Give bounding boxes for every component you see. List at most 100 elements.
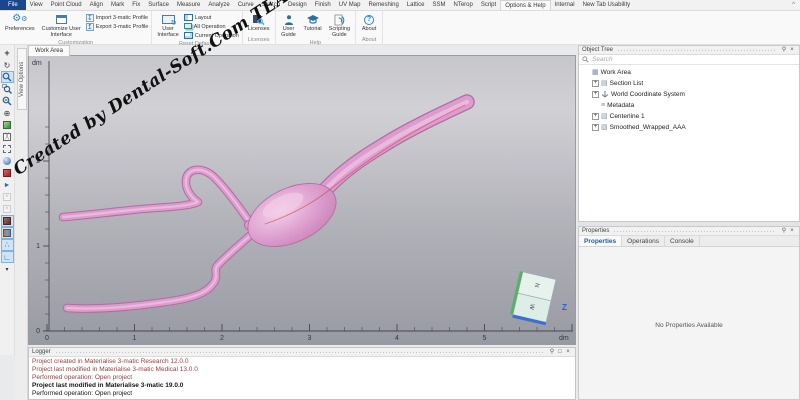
close-icon[interactable]: ×	[788, 227, 796, 235]
ribbon-group-label: About	[361, 37, 377, 43]
properties-tab-operations[interactable]: Operations	[622, 236, 665, 246]
ribbon-tab-file[interactable]: File	[0, 0, 26, 10]
ribbon-group-reset-defaults: ↻ User Interface Layout All Operation Current…	[152, 11, 243, 47]
pin-icon[interactable]: ⚲	[780, 46, 788, 54]
wireframe-view-icon[interactable]: ╳	[1, 131, 14, 143]
tree-expander-icon[interactable]: +	[592, 91, 599, 98]
tree-item-smoothed-wrapped-aaa[interactable]: + ▧ Smoothed_Wrapped_AAA	[581, 122, 797, 133]
fit-view-icon[interactable]: ⊕	[1, 107, 14, 119]
orientation-cube[interactable]: N W	[29, 56, 576, 345]
maximize-icon[interactable]: □	[556, 348, 564, 356]
ribbon-button-user-guide[interactable]: User Guide	[279, 12, 299, 39]
window-edit-icon	[55, 13, 67, 26]
ribbon-button-tutorial[interactable]: Tutorial	[302, 12, 324, 39]
ribbon-tab-finish[interactable]: Finish	[311, 0, 335, 10]
ribbon-tab-lattice[interactable]: Lattice	[403, 0, 429, 10]
ribbon-button-label: Layout	[194, 15, 212, 21]
textured-view-icon[interactable]	[0, 227, 14, 239]
backface-view-icon[interactable]	[1, 167, 14, 179]
disabled-tool-icon[interactable]: ×	[1, 191, 14, 203]
transparent-view-icon[interactable]	[1, 143, 14, 155]
key-icon	[252, 13, 265, 26]
ribbon-button-export-3-matic-profile[interactable]: ↥ Export 3-matic Profile	[85, 23, 148, 31]
ribbon-tab-mark[interactable]: Mark	[107, 0, 128, 10]
ribbon-tab-align[interactable]: Align	[86, 0, 107, 10]
ribbon-button-about[interactable]: ? About	[359, 12, 379, 36]
ribbon-button-label: Guide	[332, 32, 347, 38]
ribbon-tab-uv-map[interactable]: UV Map	[335, 0, 365, 10]
ribbon-tab-bar: File View Point Cloud Align Mark Fix Surface Me…	[0, 0, 800, 11]
ribbon-tab-nterop[interactable]: NTerop	[450, 0, 477, 10]
ribbon-tab-script[interactable]: Script	[477, 0, 500, 10]
ribbon-button-preferences[interactable]: ⚙⚙ Preferences	[3, 12, 37, 39]
ribbon-tab-internal[interactable]: Internal	[551, 0, 579, 10]
3d-viewport[interactable]: 0 1 2 3 4 5 dm 2 1 0 dm N W Z	[28, 55, 576, 345]
smooth-shade-icon[interactable]	[1, 155, 14, 167]
ribbon-button-label: Current Operation	[194, 33, 239, 39]
ribbon-tab-ssm[interactable]: SSM	[428, 0, 449, 10]
ribbon-button-customize-user-interface[interactable]: Customize User Interface	[40, 12, 83, 39]
ribbon-tab-design[interactable]: Design	[284, 0, 311, 10]
object-tree-panel: Object Tree ⚲ × Search ▦ Work Area + ▤ Secti…	[578, 45, 800, 222]
close-icon[interactable]: ×	[788, 46, 796, 54]
corner-axis-icon[interactable]: ∟	[0, 251, 14, 263]
ribbon-button-scripting-guide[interactable]: Scripting Guide	[327, 12, 352, 39]
ribbon-tab-options-help[interactable]: Options & Help	[500, 0, 551, 10]
object-tree-search[interactable]: Search	[579, 55, 799, 65]
ribbon-button-layout[interactable]: Layout	[183, 13, 239, 22]
ribbon-tab-measure[interactable]: Measure	[173, 0, 204, 10]
pan-icon[interactable]: +	[1, 47, 14, 59]
disabled-tool-2-icon[interactable]: ×	[1, 203, 14, 215]
ribbon-group-label: Help	[309, 40, 321, 46]
ribbon-button-all-operation[interactable]: All Operation	[183, 23, 239, 31]
left-dock-strip: View Options	[15, 45, 28, 400]
tree-expander-icon[interactable]: +	[592, 113, 599, 120]
z-axis-label: Z	[562, 303, 567, 312]
more-tools-arrow[interactable]: ▾	[1, 263, 14, 275]
mesh-icon: ▧	[601, 112, 608, 120]
workarea-icon: ▦	[592, 68, 599, 76]
ribbon-tab-curve[interactable]: Curve	[234, 0, 258, 10]
point-view-icon[interactable]: ∴	[0, 239, 14, 251]
tree-item-metadata[interactable]: ≡ Metadata	[581, 100, 797, 111]
pin-icon[interactable]: ⚲	[780, 227, 788, 235]
ribbon-tab-view[interactable]: View	[26, 0, 47, 10]
zoom-icon[interactable]	[0, 71, 14, 83]
tree-item-work-area[interactable]: ▦ Work Area	[581, 67, 797, 78]
user-guide-icon	[283, 13, 295, 26]
ribbon-tab-remeshing[interactable]: Remeshing	[364, 0, 402, 10]
tree-item-label: Metadata	[607, 102, 635, 109]
properties-tab-console[interactable]: Console	[665, 236, 700, 246]
ribbon-tab-fix[interactable]: Fix	[128, 0, 144, 10]
tree-item-label: Centerline 1	[609, 113, 645, 120]
shaded-view-icon[interactable]	[1, 119, 14, 131]
ribbon-collapse-caret[interactable]: ^	[787, 0, 800, 10]
tree-expander-icon[interactable]: +	[592, 80, 599, 87]
ribbon-tab-sketch[interactable]: Sketch	[258, 0, 284, 10]
ribbon: ⚙⚙ Preferences Customize User Interface ↧ Imp…	[0, 11, 800, 47]
zoom-window-icon[interactable]	[1, 83, 14, 95]
tree-item-centerline-1[interactable]: + ▧ Centerline 1	[581, 111, 797, 122]
view-options-collapsed-tab[interactable]: View Options	[17, 48, 27, 110]
close-icon[interactable]: ×	[564, 348, 572, 356]
zoom-out-icon[interactable]	[1, 95, 14, 107]
ribbon-tab-new-tab-usability[interactable]: New Tab Usability	[579, 0, 635, 10]
pin-icon[interactable]: ⚲	[548, 348, 556, 356]
ribbon-button-current-operation[interactable]: Current Operation	[183, 31, 239, 40]
ribbon-tab-point-cloud[interactable]: Point Cloud	[47, 0, 86, 10]
tree-item-section-list[interactable]: + ▤ Section List	[581, 78, 797, 89]
tree-item-world-coordinate-system[interactable]: + World Coordinate System	[581, 89, 797, 100]
solid-view-icon[interactable]	[0, 215, 14, 227]
properties-tab-properties[interactable]: Properties	[579, 236, 623, 246]
search-icon	[582, 56, 589, 63]
tree-expander-icon[interactable]: +	[592, 124, 599, 131]
panel-drag-texture	[617, 48, 776, 52]
ribbon-tab-surface[interactable]: Surface	[144, 0, 173, 10]
ribbon-button-import-3-matic-profile[interactable]: ↧ Import 3-matic Profile	[85, 14, 149, 22]
rotate-icon[interactable]: ↻	[1, 59, 14, 71]
ribbon-tab-analyze[interactable]: Analyze	[204, 0, 233, 10]
ribbon-button-licenses[interactable]: Licenses	[246, 12, 272, 36]
ribbon-button-user-interface[interactable]: ↻ User Interface	[155, 12, 180, 40]
pick-entity-icon[interactable]: ►	[1, 179, 14, 191]
gears-icon: ⚙⚙	[12, 13, 28, 24]
